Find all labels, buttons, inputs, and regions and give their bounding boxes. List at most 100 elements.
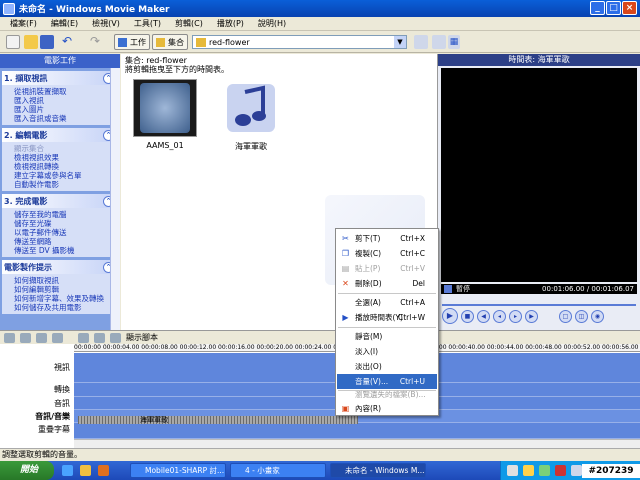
menu-view[interactable]: 檢視(V) <box>92 18 120 29</box>
menu-separator <box>338 327 436 328</box>
tasks-scrollbar[interactable] <box>110 68 120 330</box>
up-folder-icon[interactable] <box>414 35 428 49</box>
tray-icon[interactable] <box>539 465 550 476</box>
ie-icon[interactable] <box>62 465 73 476</box>
storyboard-icon[interactable] <box>110 332 121 343</box>
task-link[interactable]: 傳送至網路 <box>14 237 116 246</box>
save-icon[interactable] <box>40 35 54 49</box>
task-link[interactable]: 建立字幕或參與名單 <box>14 171 116 180</box>
taskbar-item-paint[interactable]: 4 - 小畫家 <box>230 463 326 478</box>
task-link[interactable]: 傳送至 DV 攝影機 <box>14 246 116 255</box>
taskbar-item-moviemaker[interactable]: 未命名 - Windows M... <box>330 463 426 478</box>
task-link[interactable]: 匯入圖片 <box>14 105 116 114</box>
previous-frame-icon[interactable]: ◀ <box>477 309 490 323</box>
task-link[interactable]: 匯入視訊 <box>14 96 116 105</box>
stop-icon[interactable]: ■ <box>461 309 474 323</box>
menu-edit[interactable]: 編輯(E) <box>51 18 78 29</box>
rewind-timeline-icon[interactable] <box>78 332 89 343</box>
task-section-header[interactable]: 2. 編輯電影 ⌃ <box>2 128 116 142</box>
close-button[interactable]: × <box>622 1 637 15</box>
task-link[interactable]: 以電子郵件傳送 <box>14 228 116 237</box>
task-link[interactable]: 如何擷取視訊 <box>14 276 116 285</box>
menu-item-select-all[interactable]: 全選(A) Ctrl+A <box>337 295 437 310</box>
timeline-scrollbar[interactable] <box>74 439 640 448</box>
task-link[interactable]: 儲存至光碟 <box>14 219 116 228</box>
task-link[interactable]: 自動製作電影 <box>14 180 116 189</box>
next-frame-icon[interactable]: ▶ <box>525 309 538 323</box>
view-options-icon[interactable]: ▦ <box>448 35 460 49</box>
task-link[interactable]: 儲存至我的電腦 <box>14 210 116 219</box>
play-icon[interactable]: ▶ <box>442 308 458 324</box>
seek-bar[interactable] <box>442 298 636 306</box>
maximize-button[interactable]: □ <box>606 1 621 15</box>
tray-icon[interactable] <box>523 465 534 476</box>
new-project-icon[interactable] <box>6 35 20 49</box>
menu-clip[interactable]: 剪輯(C) <box>175 18 203 29</box>
rewind-icon[interactable]: ◂ <box>493 309 506 323</box>
task-section-edit: 2. 編輯電影 ⌃ 顯示集合 檢視視訊效果 檢視視訊轉換 建立字幕或參與名單 自動… <box>2 128 116 191</box>
timeline: 00:00:00 00:00:04.00 00:00:08.00 00:00:1… <box>0 344 640 448</box>
narrate-icon[interactable] <box>20 332 31 343</box>
collection-dropdown[interactable]: red-flower ▼ <box>192 35 407 49</box>
monitor-status: 暫停 00:01:06.00 / 00:01:06.07 <box>441 284 637 294</box>
paste-icon: ▤ <box>341 264 350 273</box>
clip-item[interactable]: AAMS_01 <box>133 79 197 150</box>
undo-icon[interactable]: ↶ <box>62 35 76 49</box>
tray-icon[interactable] <box>507 465 518 476</box>
task-section-header[interactable]: 3. 完成電影 ⌃ <box>2 194 116 208</box>
menu-item-mute[interactable]: 靜音(M) <box>337 329 437 344</box>
menu-item-play-timeline[interactable]: ▶ 播放時間表(Y) Ctrl+W <box>337 310 437 325</box>
snapshot-icon[interactable]: ◉ <box>591 309 604 323</box>
taskbar-item-browser[interactable]: Mobile01-SHARP 討... <box>130 463 226 478</box>
chevron-down-icon[interactable]: ▼ <box>394 36 406 48</box>
task-link[interactable]: 如何儲存及共用電影 <box>14 303 116 312</box>
menu-play[interactable]: 播放(P) <box>217 18 244 29</box>
menu-tools[interactable]: 工具(T) <box>134 18 161 29</box>
task-section-header[interactable]: 電影製作提示 ⌃ <box>2 260 116 274</box>
open-folder-icon[interactable] <box>24 35 38 49</box>
tray-icon[interactable] <box>555 465 566 476</box>
task-link[interactable]: 檢視視訊效果 <box>14 153 116 162</box>
menu-item-cut[interactable]: ✂ 剪下(T) Ctrl+X <box>337 231 437 246</box>
pause-icon <box>444 285 452 293</box>
task-link[interactable]: 顯示集合 <box>14 144 116 153</box>
menu-item-delete[interactable]: ✕ 刪除(D) Del <box>337 276 437 291</box>
menu-item-copy[interactable]: ❐ 複製(C) Ctrl+C <box>337 246 437 261</box>
zoom-in-icon[interactable] <box>36 332 47 343</box>
menu-item-properties[interactable]: ▣ 內容(R) <box>337 401 437 416</box>
collections-button[interactable]: 集合 <box>152 34 188 50</box>
task-link[interactable]: 如何編輯剪輯 <box>14 285 116 294</box>
tasks-button[interactable]: 工作 <box>114 34 150 50</box>
split-icon[interactable]: ◫ <box>575 309 588 323</box>
folder-icon <box>196 37 206 47</box>
menu-item-paste[interactable]: ▤ 貼上(P) Ctrl+V <box>337 261 437 276</box>
set-audio-levels-icon[interactable] <box>4 332 15 343</box>
menu-item-browse-missing[interactable]: 瀏覽遺失的檔案(B)... <box>337 387 437 402</box>
preview-monitor: 時間表: 海軍軍歌 暫停 00:01:06.00 / 00:01:06.07 ▶… <box>437 54 640 330</box>
task-section-header[interactable]: 1. 擷取視訊 ⌃ <box>2 71 116 85</box>
volume-icon[interactable] <box>571 465 582 476</box>
title-overlay-track[interactable] <box>74 423 640 439</box>
redo-icon[interactable]: ↷ <box>90 35 104 49</box>
task-link[interactable]: 從視訊裝置擷取 <box>14 87 116 96</box>
play-timeline-icon[interactable] <box>94 332 105 343</box>
task-link[interactable]: 如何新增字幕、效果及轉換 <box>14 294 116 303</box>
minimize-button[interactable]: _ <box>590 1 605 15</box>
task-link[interactable]: 匯入音訊或音樂 <box>14 114 116 123</box>
show-storyboard-button[interactable]: 顯示腳本 <box>126 332 158 343</box>
fullscreen-icon[interactable]: □ <box>559 309 572 323</box>
menu-help[interactable]: 說明(H) <box>258 18 286 29</box>
menu-file[interactable]: 檔案(F) <box>10 18 37 29</box>
new-folder-icon[interactable] <box>432 35 446 49</box>
window-title: 未命名 - Windows Movie Maker <box>19 5 170 15</box>
menu-item-fade-in[interactable]: 淡入(I) <box>337 344 437 359</box>
menu-item-fade-out[interactable]: 淡出(O) <box>337 359 437 374</box>
start-button[interactable]: 開始 <box>0 461 54 480</box>
clip-item[interactable]: 海軍軍歌 <box>219 79 283 152</box>
zoom-out-icon[interactable] <box>52 332 63 343</box>
audio-clip[interactable]: 海軍軍歌 <box>78 416 358 424</box>
explorer-icon[interactable] <box>80 465 91 476</box>
media-player-icon[interactable] <box>98 465 109 476</box>
forward-icon[interactable]: ▸ <box>509 309 522 323</box>
task-link[interactable]: 檢視視訊轉換 <box>14 162 116 171</box>
